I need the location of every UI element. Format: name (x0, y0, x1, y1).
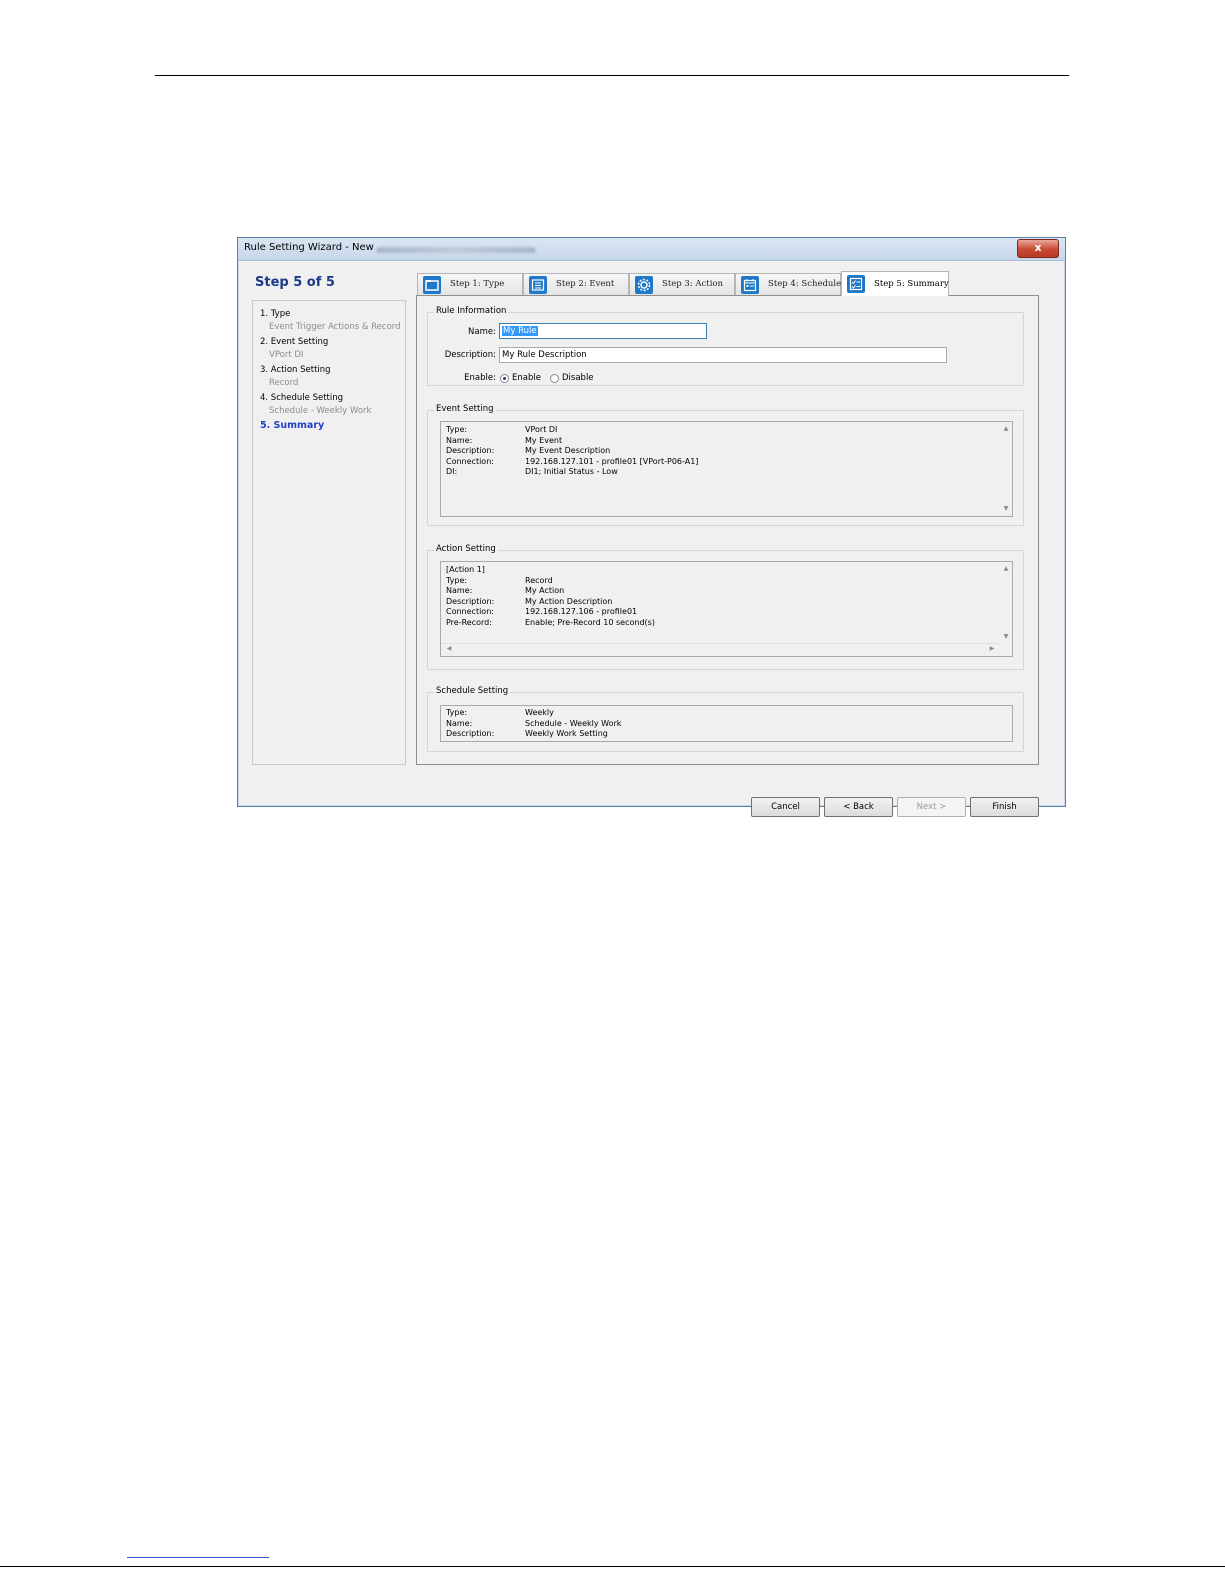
wizard-body: Step 5 of 5 1. Type Event Trigger Action… (243, 262, 1060, 817)
scroll-down-icon[interactable]: ▼ (1000, 504, 1012, 514)
title-bar[interactable]: Rule Setting Wizard - New x (238, 238, 1065, 261)
event-setting-group: Event Setting Type: VPort DI Name: My Even… (427, 404, 1024, 526)
finish-button[interactable]: Finish (970, 797, 1039, 817)
tab-action-label: Step 3: Action (662, 279, 724, 289)
tab-type-label: Step 1: Type (450, 279, 505, 289)
close-button[interactable]: x (1017, 239, 1059, 258)
tab-summary[interactable]: Step 5: Summary (841, 271, 949, 296)
tab-event[interactable]: Step 2: Event (523, 273, 629, 295)
rule-information-title: Rule Information (434, 306, 509, 316)
action-setting-title: Action Setting (434, 544, 498, 554)
scroll-right-icon[interactable]: ▶ (986, 644, 998, 654)
description-input-value: My Rule Description (502, 350, 587, 360)
tab-action[interactable]: Step 3: Action (629, 273, 735, 295)
sidebar-item-schedule: 4. Schedule Setting (260, 393, 344, 403)
blurred-title-info (376, 247, 536, 253)
action-row: Pre-Record: Enable; Pre-Record 10 second(… (446, 617, 655, 627)
footnote-link-underline (127, 1557, 269, 1558)
action-setting-text[interactable]: [Action 1] Type: Record Name: My Action De… (440, 561, 1013, 657)
rule-setting-wizard-window: Rule Setting Wizard - New x Step 5 of 5 … (237, 237, 1066, 817)
rule-information-group: Rule Information Name: My Rule Descripti… (427, 306, 1024, 386)
schedule-row: Type: Weekly (446, 708, 554, 717)
action-horizontal-scrollbar[interactable]: ◀ ▶ (441, 643, 1000, 656)
sidebar-item-summary: 5. Summary (260, 420, 325, 431)
tab-schedule-label: Step 4: Schedule (768, 279, 842, 289)
event-row: Description: My Event Description (446, 446, 611, 455)
tab-type[interactable]: Step 1: Type (417, 273, 523, 295)
page-header-rule (155, 75, 1069, 76)
enable-label: Enable: (464, 373, 496, 383)
scroll-up-icon[interactable]: ▲ (1000, 564, 1012, 574)
event-vertical-scrollbar[interactable]: ▲ ▼ (1000, 422, 1012, 516)
page-footer-rule (0, 1566, 1225, 1567)
cancel-button[interactable]: Cancel (751, 797, 820, 817)
sidebar-item-event: 2. Event Setting (260, 337, 329, 347)
window-title: Rule Setting Wizard - New (244, 242, 374, 253)
back-button[interactable]: < Back (824, 797, 893, 817)
sidebar-item-type: 1. Type (260, 309, 291, 319)
event-row: Connection: 192.168.127.101 - profile01 [… (446, 456, 699, 466)
name-input[interactable]: My Rule (499, 323, 707, 339)
enable-radio-label: Enable (512, 373, 541, 383)
scroll-down-icon[interactable]: ▼ (1000, 632, 1012, 642)
tab-event-label: Step 2: Event (556, 279, 615, 289)
action-header: [Action 1] (446, 565, 485, 574)
action-vertical-scrollbar[interactable]: ▲ ▼ (1000, 562, 1012, 644)
name-input-value: My Rule (502, 326, 538, 336)
event-row: DI: DI1; Initial Status - Low (446, 467, 618, 476)
gear-icon (635, 276, 653, 294)
schedule-row: Description: Weekly Work Setting (446, 729, 608, 738)
schedule-row: Name: Schedule - Weekly Work (446, 718, 622, 728)
list-icon (529, 276, 547, 294)
action-row: Name: My Action (446, 586, 565, 595)
sidebar-sub-action: Record (269, 378, 299, 388)
enable-radio[interactable] (500, 374, 509, 383)
action-row: Connection: 192.168.127.106 - profile01 (446, 607, 638, 616)
checklist-icon (847, 275, 865, 293)
scroll-up-icon[interactable]: ▲ (1000, 424, 1012, 434)
tab-schedule[interactable]: Step 4: Schedule (735, 273, 841, 295)
sidebar-sub-event: VPort DI (269, 350, 304, 360)
disable-radio[interactable] (550, 374, 559, 383)
sidebar-sub-schedule: Schedule - Weekly Work (269, 406, 372, 416)
summary-tab-panel: Rule Information Name: My Rule Descripti… (416, 295, 1039, 765)
description-label: Description: (444, 350, 496, 360)
tab-summary-label: Step 5: Summary (874, 279, 949, 289)
scroll-left-icon[interactable]: ◀ (443, 644, 455, 654)
schedule-setting-group: Schedule Setting Type: Weekly Name: Schedu… (427, 686, 1024, 752)
disable-radio-label: Disable (562, 373, 594, 383)
name-label: Name: (468, 327, 496, 337)
step-heading: Step 5 of 5 (255, 275, 335, 290)
step-sidebar: 1. Type Event Trigger Actions & Record 2… (252, 300, 406, 765)
action-row: Type: Record (446, 575, 553, 585)
description-input[interactable]: My Rule Description (499, 347, 947, 363)
event-setting-text[interactable]: Type: VPort DI Name: My Event Description:… (440, 421, 1013, 517)
event-row: Type: VPort DI (446, 425, 558, 434)
calendar-icon (741, 276, 759, 294)
sidebar-item-action: 3. Action Setting (260, 365, 331, 375)
sidebar-sub-type: Event Trigger Actions & Record (269, 322, 401, 332)
folder-icon (423, 276, 441, 294)
event-setting-title: Event Setting (434, 404, 496, 414)
next-button[interactable]: Next > (897, 797, 966, 817)
schedule-setting-text[interactable]: Type: Weekly Name: Schedule - Weekly Work … (440, 705, 1013, 742)
action-setting-group: Action Setting [Action 1] Type: Record Na… (427, 544, 1024, 670)
schedule-setting-title: Schedule Setting (434, 686, 511, 696)
action-row: Description: My Action Description (446, 596, 613, 606)
event-row: Name: My Event (446, 435, 563, 445)
